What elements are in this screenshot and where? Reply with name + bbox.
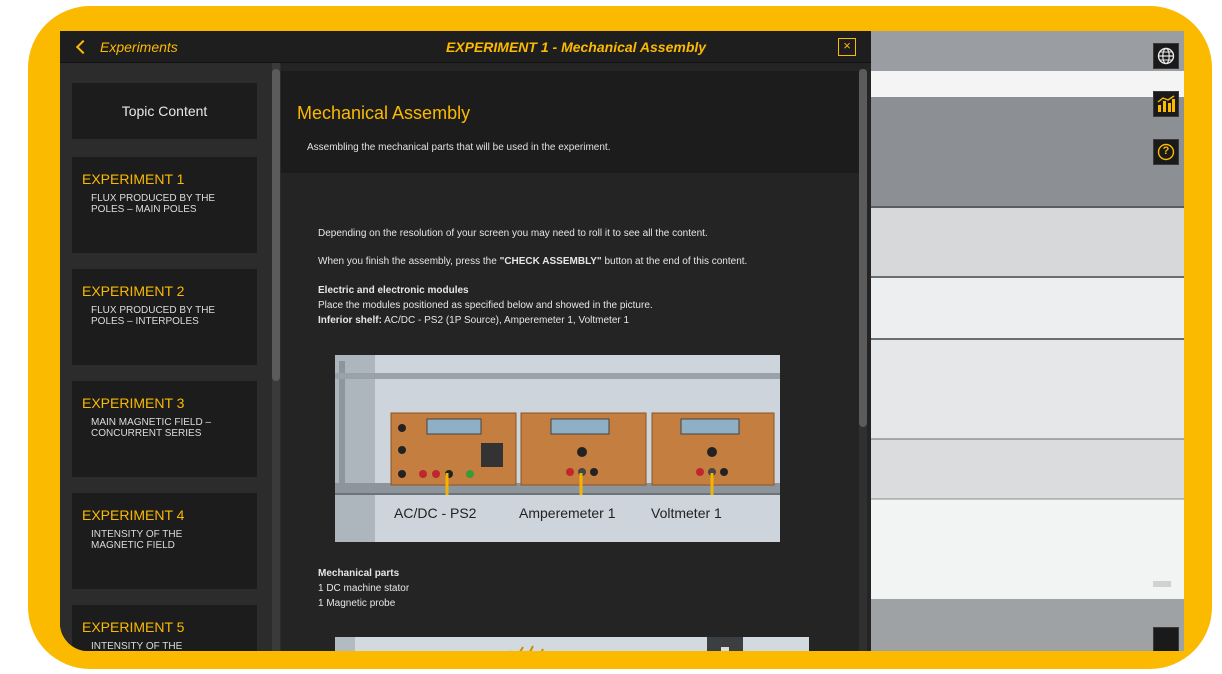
experiment-description: INTENSITY OF THE xyxy=(91,641,183,651)
back-label[interactable]: Experiments xyxy=(100,39,178,55)
experiment-description: MAIN MAGNETIC FIELD – CONCURRENT SERIES xyxy=(91,417,212,439)
modules-text: Place the modules positioned as specifie… xyxy=(318,300,653,311)
sidebar-item-experiment-1[interactable]: EXPERIMENT 1 FLUX PRODUCED BY THE POLES … xyxy=(72,157,257,253)
experiment-description: INTENSITY OF THE MAGNETIC FIELD xyxy=(91,529,183,551)
figure-label-amperemeter: Amperemeter 1 xyxy=(519,505,616,521)
3d-scene[interactable]: ? xyxy=(871,31,1184,651)
page-title: EXPERIMENT 1 - Mechanical Assembly xyxy=(445,39,707,55)
sidebar: Experiments Topic Content EXPERIMENT 1 F… xyxy=(60,31,281,651)
content-scrollbar-thumb[interactable] xyxy=(859,69,867,427)
check-assembly-highlight: "CHECK ASSEMBLY" xyxy=(499,256,602,267)
sidebar-scrollbar[interactable] xyxy=(272,63,280,651)
section-subheading: Assembling the mechanical parts that wil… xyxy=(307,142,611,153)
content-scrollbar[interactable] xyxy=(859,69,867,651)
experiment-title: EXPERIMENT 1 xyxy=(82,171,185,187)
mechanical-part-item: 1 DC machine stator xyxy=(318,583,410,594)
measurements-button[interactable] xyxy=(1153,91,1179,117)
content-panel[interactable]: Mechanical Assembly Assembling the mecha… xyxy=(281,63,871,651)
sidebar-item-experiment-3[interactable]: EXPERIMENT 3 MAIN MAGNETIC FIELD – CONCU… xyxy=(72,381,257,477)
help-button[interactable]: ? xyxy=(1153,139,1179,165)
scene-illustration xyxy=(871,31,1184,651)
close-icon[interactable]: × xyxy=(843,38,851,53)
instruction-text: When you finish the assembly, press the … xyxy=(318,256,747,267)
mechanical-figure xyxy=(335,637,809,651)
chart-icon[interactable] xyxy=(1156,95,1176,113)
mechanical-part-item: 1 Magnetic probe xyxy=(318,598,396,609)
globe-icon[interactable] xyxy=(1157,47,1175,65)
experiment-title: EXPERIMENT 4 xyxy=(82,507,185,523)
section-heading: Mechanical Assembly xyxy=(297,103,471,123)
scene-bottom-button[interactable] xyxy=(1153,627,1179,651)
experiment-description: FLUX PRODUCED BY THE POLES – MAIN POLES xyxy=(91,193,216,215)
app-screen: Experiments Topic Content EXPERIMENT 1 F… xyxy=(60,31,1184,651)
topic-content-item[interactable]: Topic Content xyxy=(72,83,257,139)
experiment-description: FLUX PRODUCED BY THE POLES – INTERPOLES xyxy=(91,305,216,327)
instruction-text-part: When you finish the assembly, press the xyxy=(318,256,500,267)
experiment-title: EXPERIMENT 3 xyxy=(82,395,185,411)
sidebar-scrollbar-thumb[interactable] xyxy=(272,69,280,381)
sidebar-item-experiment-4[interactable]: EXPERIMENT 4 INTENSITY OF THE MAGNETIC F… xyxy=(72,493,257,589)
mechanical-parts-heading: Mechanical parts xyxy=(318,568,400,579)
figure-label-voltmeter: Voltmeter 1 xyxy=(651,505,722,521)
sidebar-item-experiment-5[interactable]: EXPERIMENT 5 INTENSITY OF THE xyxy=(72,605,257,651)
instruction-text: Depending on the resolution of your scre… xyxy=(318,228,708,239)
chevron-left-icon[interactable] xyxy=(75,39,91,54)
shelf-text: Inferior shelf: AC/DC - PS2 (1P Source),… xyxy=(318,315,629,326)
sidebar-list[interactable]: Topic Content EXPERIMENT 1 FLUX PRODUCED… xyxy=(60,63,281,651)
close-button[interactable]: × xyxy=(838,38,856,56)
mechanical-illustration xyxy=(335,637,809,651)
language-button[interactable] xyxy=(1153,43,1179,69)
modules-figure: AC/DC - PS2 Amperemeter 1 Voltmeter 1 xyxy=(335,355,780,542)
help-glyph[interactable]: ? xyxy=(1154,145,1178,157)
instruction-text-part: button at the end of this content. xyxy=(601,256,748,267)
shelf-items: AC/DC - PS2 (1P Source), Amperemeter 1, … xyxy=(381,315,630,326)
experiment-title: EXPERIMENT 5 xyxy=(82,619,185,635)
shelf-label: Inferior shelf: xyxy=(318,315,382,326)
sidebar-item-experiment-2[interactable]: EXPERIMENT 2 FLUX PRODUCED BY THE POLES … xyxy=(72,269,257,365)
content-header: EXPERIMENT 1 - Mechanical Assembly × xyxy=(281,31,871,63)
figure-label-acdc: AC/DC - PS2 xyxy=(394,505,477,521)
modules-heading: Electric and electronic modules xyxy=(318,285,469,296)
experiment-title: EXPERIMENT 2 xyxy=(82,283,185,299)
back-to-experiments[interactable]: Experiments xyxy=(60,31,281,63)
